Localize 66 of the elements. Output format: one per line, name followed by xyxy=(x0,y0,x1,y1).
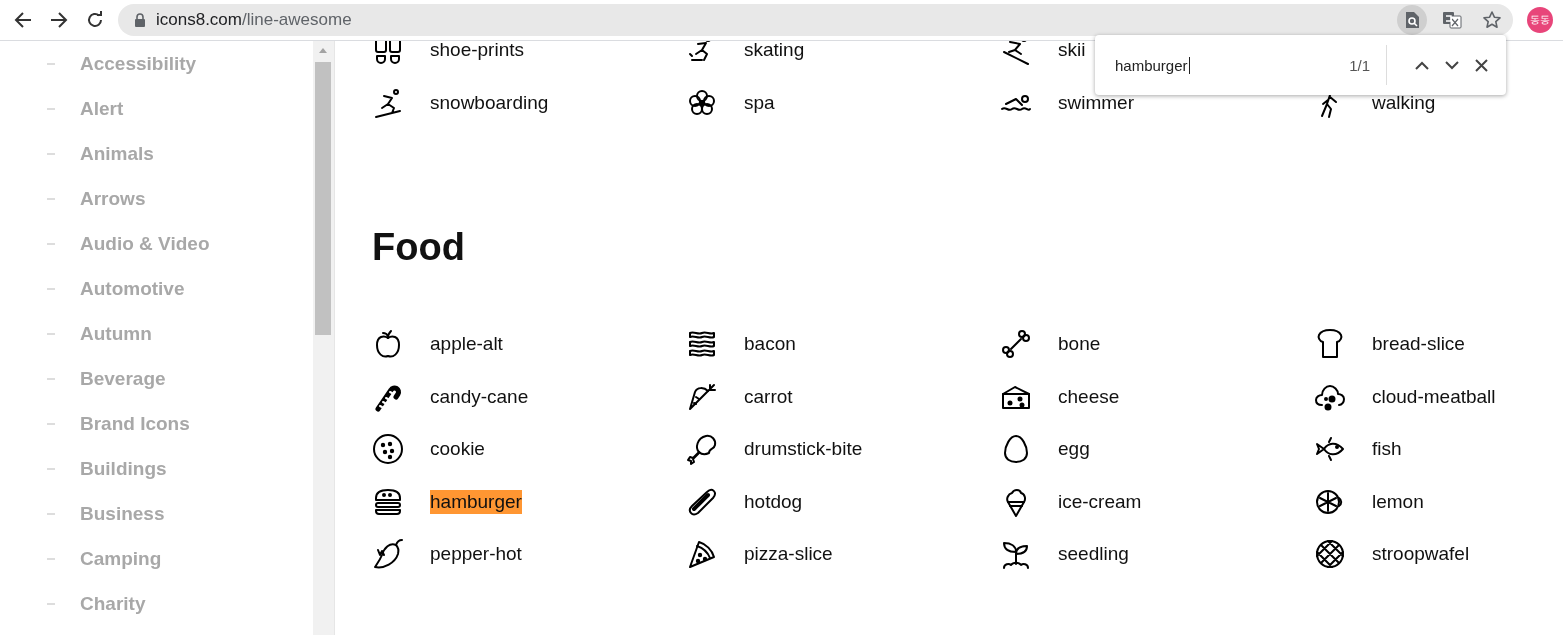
icon-name[interactable]: ice-cream xyxy=(1058,489,1142,514)
icon-name[interactable]: hotdog xyxy=(744,489,803,514)
find-icon xyxy=(1404,11,1420,29)
shoe-prints-icon xyxy=(372,41,404,67)
skier-icon xyxy=(1000,41,1032,67)
dash-icon xyxy=(47,602,55,605)
pizza-icon xyxy=(686,538,718,571)
icon-name[interactable]: bread-slice xyxy=(1372,332,1465,357)
profile-avatar[interactable]: 동동 xyxy=(1527,7,1553,33)
address-field[interactable]: icons8.com/line-awesome xyxy=(156,10,352,30)
icon-name[interactable]: cookie xyxy=(430,437,485,462)
find-button[interactable] xyxy=(1397,5,1427,35)
icon-name[interactable]: skii xyxy=(1058,41,1086,63)
back-icon[interactable] xyxy=(14,11,32,29)
dash-icon xyxy=(47,332,55,335)
drumstick-icon xyxy=(686,433,718,466)
dash-icon xyxy=(47,467,55,470)
icon-name[interactable]: seedling xyxy=(1058,542,1129,567)
icon-name[interactable]: bone xyxy=(1058,332,1101,357)
dash-icon xyxy=(47,197,55,200)
icon-name[interactable]: stroopwafel xyxy=(1372,542,1470,567)
icon-name[interactable]: lemon xyxy=(1372,489,1424,514)
scrollbar[interactable] xyxy=(313,41,334,635)
chevron-up-icon xyxy=(1415,60,1429,70)
icon-name[interactable]: spa xyxy=(744,90,775,115)
icon-name[interactable]: pepper-hot xyxy=(430,542,522,567)
icon-name[interactable]: candy-cane xyxy=(430,384,529,409)
dash-icon xyxy=(47,242,55,245)
chevron-down-icon xyxy=(1445,60,1459,70)
dash-icon xyxy=(47,377,55,380)
star-icon[interactable] xyxy=(1482,10,1502,30)
find-input[interactable]: hamburger xyxy=(1115,56,1190,74)
dash-icon xyxy=(47,287,55,290)
icon-name[interactable]: drumstick-bite xyxy=(744,437,863,462)
close-icon xyxy=(1475,58,1488,72)
icon-name[interactable]: snowboarding xyxy=(430,90,549,115)
icon-name[interactable]: apple-alt xyxy=(430,332,503,357)
translate-icon[interactable] xyxy=(1442,11,1462,29)
icon-name[interactable]: egg xyxy=(1058,437,1090,462)
icon-name[interactable]: fish xyxy=(1372,437,1402,462)
lock-icon xyxy=(134,13,146,27)
match-count: 1/1 xyxy=(1349,56,1370,74)
icon-name[interactable]: walking xyxy=(1372,90,1436,115)
icon-name[interactable]: cloud-meatball xyxy=(1372,384,1496,409)
reload-icon[interactable] xyxy=(86,11,104,29)
waffle-icon xyxy=(1314,538,1346,571)
dash-icon xyxy=(47,152,55,155)
dash-icon xyxy=(47,512,55,515)
icon-name[interactable]: bacon xyxy=(744,332,796,357)
icon-name[interactable]: carrot xyxy=(744,384,793,409)
icon-name[interactable]: cheese xyxy=(1058,384,1120,409)
cookie-icon xyxy=(372,433,404,466)
icon-name[interactable]: swimmer xyxy=(1058,90,1134,115)
icon-name[interactable]: hamburger xyxy=(430,489,522,514)
dash-icon xyxy=(47,62,55,65)
dash-icon xyxy=(47,557,55,560)
forward-icon[interactable] xyxy=(50,11,68,29)
icon-name[interactable]: pizza-slice xyxy=(744,542,833,567)
snowboarder-icon xyxy=(372,86,404,119)
icon-name[interactable]: skating xyxy=(744,41,805,63)
dash-icon xyxy=(47,107,55,110)
scrollbar-thumb[interactable] xyxy=(315,62,331,335)
bone-icon xyxy=(1000,328,1032,361)
section-heading: Food xyxy=(372,225,466,270)
dash-icon xyxy=(47,422,55,425)
icon-name[interactable]: shoe-prints xyxy=(430,41,524,63)
